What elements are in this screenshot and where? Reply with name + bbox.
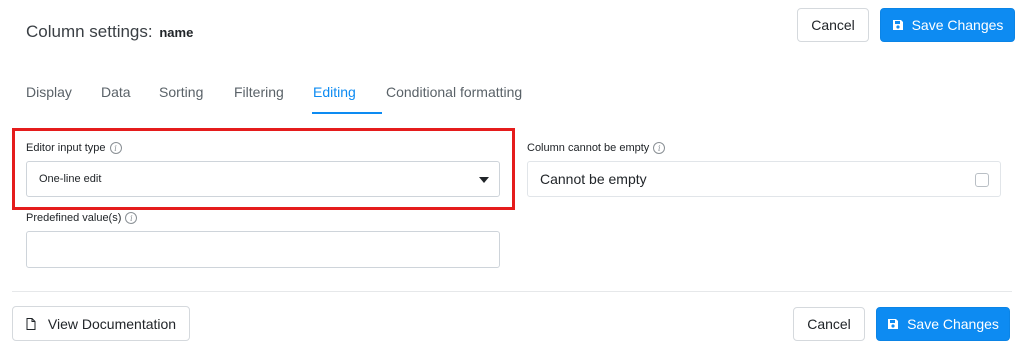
editor-input-type-label-row: Editor input type i	[26, 142, 122, 154]
cannot-be-empty-checkbox[interactable]	[975, 173, 989, 187]
footer-save-button[interactable]: Save Changes	[876, 307, 1010, 341]
page-title-prefix: Column settings:	[26, 22, 153, 41]
editor-input-type-label: Editor input type	[26, 142, 106, 154]
editor-input-type-value: One-line edit	[39, 173, 102, 185]
caret-down-icon	[479, 177, 489, 183]
page-title: Column settings: name	[26, 22, 193, 42]
cannot-be-empty-text: Cannot be empty	[540, 171, 647, 187]
header-cancel-button[interactable]: Cancel	[797, 8, 869, 42]
footer-cancel-label: Cancel	[807, 316, 851, 332]
view-documentation-label: View Documentation	[47, 315, 177, 332]
tab-sorting[interactable]: Sorting	[159, 84, 203, 100]
floppy-disk-icon	[888, 319, 899, 329]
predefined-values-label: Predefined value(s)	[26, 212, 122, 224]
view-documentation-button[interactable]: View Documentation	[12, 306, 190, 341]
document-icon	[26, 317, 36, 330]
footer-save-label: Save Changes	[907, 316, 999, 332]
header-save-button[interactable]: Save Changes	[880, 8, 1015, 42]
footer-cancel-button[interactable]: Cancel	[793, 307, 865, 341]
tab-display[interactable]: Display	[26, 84, 72, 100]
cannot-be-empty-field[interactable]: Cannot be empty	[527, 161, 1001, 197]
predefined-values-input[interactable]	[26, 231, 500, 268]
predefined-values-label-row: Predefined value(s) i	[26, 212, 138, 224]
column-name: name	[159, 25, 194, 40]
info-icon[interactable]: i	[653, 142, 666, 154]
tab-filtering[interactable]: Filtering	[234, 84, 284, 100]
info-icon[interactable]: i	[125, 212, 138, 224]
cannot-be-empty-label-row: Column cannot be empty i	[527, 142, 666, 154]
tab-editing[interactable]: Editing	[313, 84, 356, 100]
settings-tabs: Display Data Sorting Filtering Editing C…	[12, 72, 1012, 114]
tab-conditional-formatting[interactable]: Conditional formatting	[386, 84, 522, 100]
header-cancel-label: Cancel	[811, 17, 855, 33]
editor-input-type-select[interactable]: One-line edit	[26, 161, 500, 197]
info-icon[interactable]: i	[109, 142, 122, 154]
floppy-disk-icon	[892, 20, 903, 30]
tab-data[interactable]: Data	[101, 84, 131, 100]
cannot-be-empty-label: Column cannot be empty	[527, 142, 650, 154]
active-tab-indicator	[312, 112, 382, 114]
footer-divider	[12, 291, 1012, 292]
header-save-label: Save Changes	[911, 17, 1004, 33]
